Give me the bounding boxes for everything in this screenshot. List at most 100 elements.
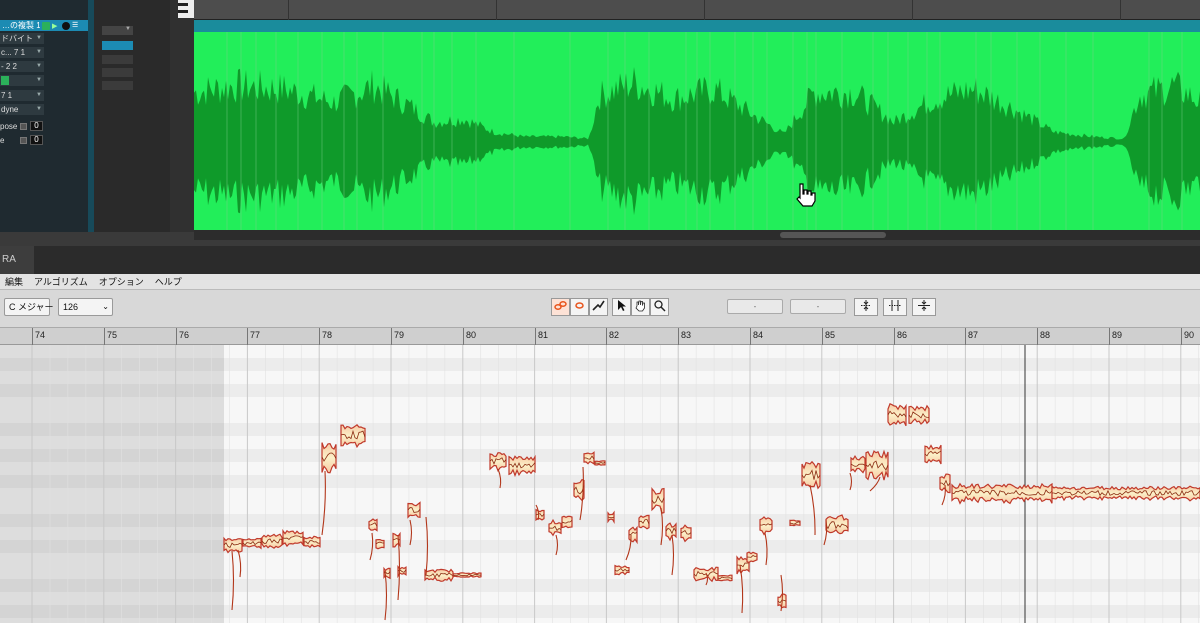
bar-number: 88 [1040,330,1051,340]
chevron-down-icon: ▼ [36,63,42,69]
pitch-center-icon [861,300,871,311]
key-selector[interactable]: C メジャー [4,298,54,316]
scrollbar-thumb[interactable] [780,232,886,238]
waveform [194,32,1200,230]
note-editor[interactable] [0,345,1200,623]
inspector-cell[interactable] [101,67,134,78]
zoom-tool-button[interactable] [650,298,669,316]
param-row[interactable]: - 2 2 ▼ [0,61,44,72]
note-blob [375,539,385,550]
chevron-down-icon: ▼ [36,92,42,98]
menu-help[interactable]: ヘルプ [155,275,182,288]
chevron-down-icon: ▼ [36,106,42,112]
bar-tick [894,328,895,345]
pointer-tool-button[interactable] [612,298,631,316]
hand-tool-button[interactable] [631,298,650,316]
bar-number: 79 [394,330,405,340]
bar-tick [176,328,177,345]
audio-clip[interactable] [194,32,1200,230]
tempo-value: 126 [63,302,79,312]
param-label: dyne [1,105,19,114]
chevron-down-icon: ▼ [36,35,42,41]
inspector-cell[interactable]: ▼ [101,25,134,36]
note-blob [789,519,801,527]
bar-number: 78 [322,330,333,340]
green-indicator [1,76,9,86]
bar-number: 86 [897,330,908,340]
param-label: - 2 2 [1,62,18,71]
readout-field-b[interactable]: - [790,299,846,314]
audio-clip-header[interactable] [194,20,1200,32]
bar-ruler[interactable]: 74 75 76 77 78 79 80 81 82 83 84 85 86 87 88 89 90 [0,328,1200,345]
value-box[interactable]: 0 [30,135,43,145]
bar-number: 74 [35,330,46,340]
bar-number: 77 [250,330,261,340]
tempo-field[interactable]: 126 ⌄ [58,298,113,316]
bar-tick [319,328,320,345]
readout-field-a[interactable]: - [727,299,783,314]
pitch-tool-button[interactable] [551,298,570,316]
bar-tick [535,328,536,345]
bar-tick [1181,328,1182,345]
transpose-row: pose 0 [0,121,44,132]
amplitude-tool-button[interactable] [589,298,608,316]
param-row[interactable]: 7 1 ▼ [0,90,44,101]
track-name-row[interactable]: …の複製 1 ▶ ☰ [0,20,92,31]
play-icon[interactable]: ▶ [52,21,60,30]
value-box[interactable]: 0 [30,121,43,131]
mute-button[interactable] [42,21,50,30]
inspector-column: ▼ [94,0,170,232]
bar-number: 87 [968,330,979,340]
bar-tick [463,328,464,345]
bar-tick [965,328,966,345]
horizontal-scrollbar[interactable] [194,230,1200,240]
checkbox[interactable] [20,137,27,144]
chevron-down-icon: ▼ [36,49,42,55]
inspector-cell[interactable] [101,40,134,51]
param-row[interactable]: ドバイト ▼ [0,33,44,44]
daw-window: …の複製 1 ▶ ☰ ドバイト ▼ c... 7 1 ▼ - 2 2 ▼ ▼ 7 1 ▼… [0,0,1200,623]
level-button[interactable] [912,298,936,316]
bar-number: 81 [538,330,549,340]
melodyne-toolbar: C メジャー 126 ⌄ - - [0,290,1200,328]
param-row[interactable]: c... 7 1 ▼ [0,47,44,58]
row-label: e [0,136,5,145]
checkbox[interactable] [20,123,27,130]
bar-tick [822,328,823,345]
bar-tick [104,328,105,345]
menu-icon[interactable]: ☰ [72,21,80,30]
inactive-region [0,345,224,623]
inspector-cell[interactable] [101,54,134,65]
pitch-tool-icon [554,301,567,310]
timeline-ruler[interactable] [194,0,1200,20]
menu-algorithm[interactable]: アルゴリズム [34,275,88,288]
bar-tick [391,328,392,345]
chevron-down-icon: ▼ [125,26,131,32]
bar-tick [247,328,248,345]
param-row[interactable]: dyne ▼ [0,104,44,115]
inspector-cell[interactable] [101,80,134,91]
track-header: …の複製 1 ▶ ☰ ドバイト ▼ c... 7 1 ▼ - 2 2 ▼ ▼ 7 1 ▼… [0,0,92,232]
formant-tool-button[interactable] [570,298,589,316]
record-button[interactable] [62,21,70,30]
menu-options[interactable]: オプション [99,275,144,288]
note-blobs [0,345,1200,623]
param-row[interactable]: ▼ [0,75,44,86]
track-name: …の複製 1 [2,21,40,30]
bar-number: 76 [179,330,190,340]
tab-ara[interactable]: RA [0,246,34,274]
amplitude-tool-icon [592,300,605,311]
bar-number: 84 [753,330,764,340]
note-blob [223,536,243,554]
menu-edit[interactable]: 編集 [5,275,23,288]
bar-tick [606,328,607,345]
bar-number: 82 [609,330,620,340]
hand-cursor-icon [796,183,816,207]
correct-pitch-button[interactable] [854,298,878,316]
bar-number: 90 [1184,330,1195,340]
fine-row: e 0 [0,135,44,146]
hand-icon [635,300,645,312]
bar-number: 75 [107,330,118,340]
note-blob [407,501,421,519]
quantize-time-button[interactable] [883,298,907,316]
